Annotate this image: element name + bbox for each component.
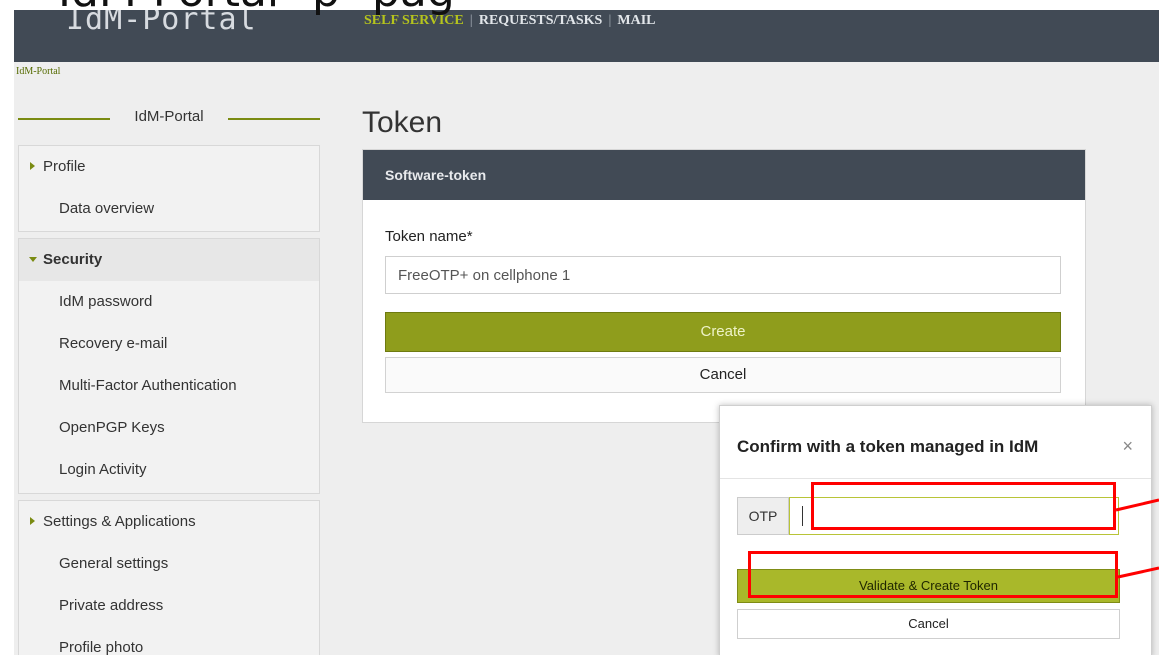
- caption-part-2: p: [312, 0, 340, 22]
- app-window: IdM-Portal SELF SERVICE | REQUESTS/TASKS…: [14, 10, 1159, 655]
- arrow-line-validate: [1117, 566, 1159, 579]
- caption-part-3: pag: [372, 0, 455, 22]
- caption-part-1: IdM-Portal: [58, 0, 279, 22]
- overlay-caption: IdM-Portal p pag: [0, 0, 1159, 22]
- annotation-arrows: [1115, 498, 1159, 579]
- arrow-line-otp: [1115, 498, 1159, 512]
